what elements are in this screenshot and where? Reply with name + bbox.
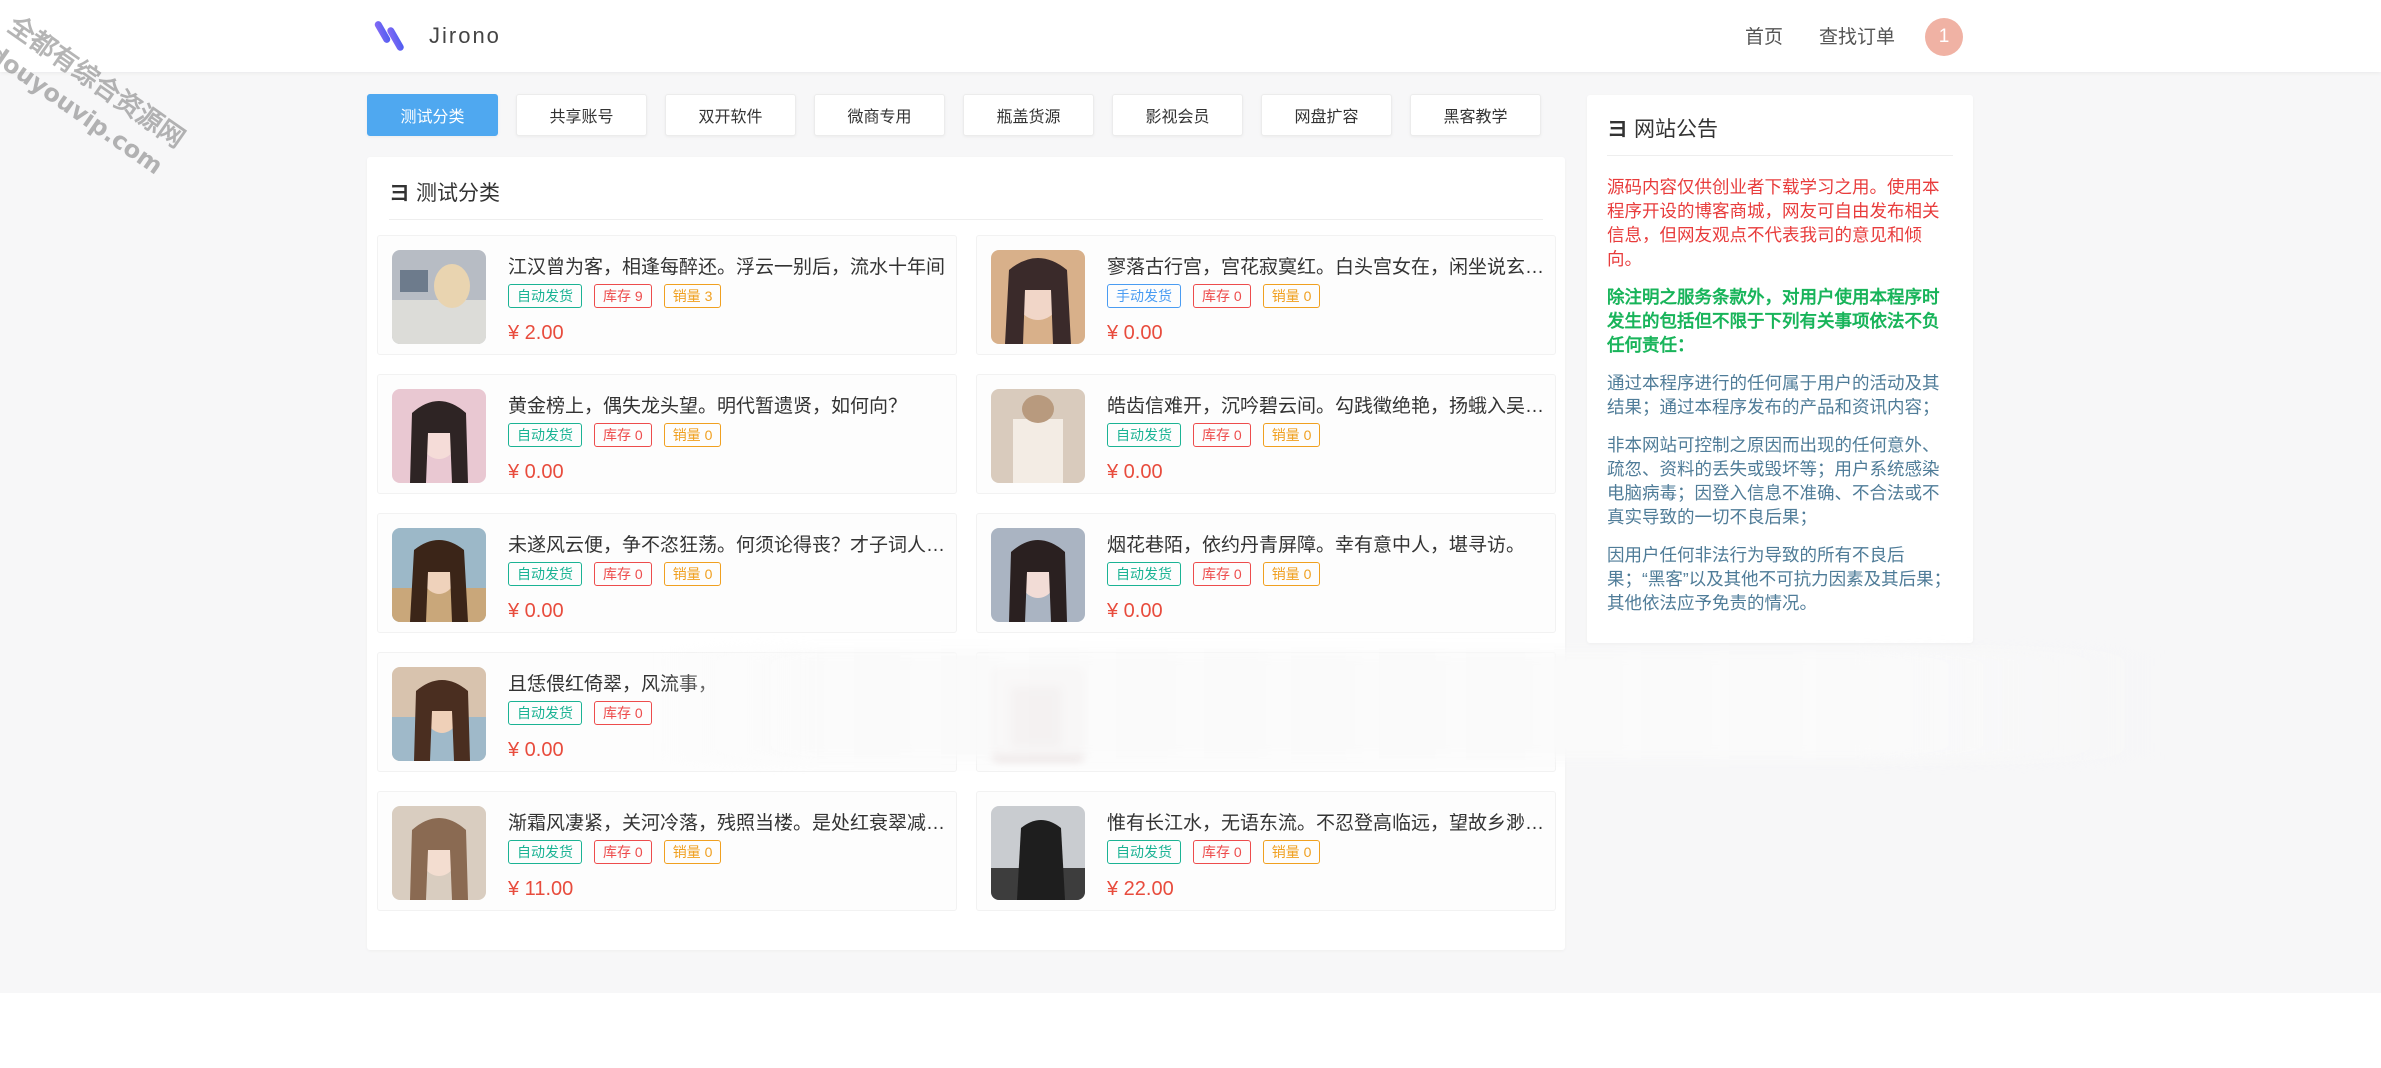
user-avatar[interactable]: 1 xyxy=(1925,18,1963,56)
goods-item[interactable]: 皓齿信难开，沉吟碧云间。勾践徵绝艳，扬蛾入吴关。 自动发货 库存 0 销量 0 … xyxy=(976,374,1556,494)
css3-icon: ヨ xyxy=(389,182,410,205)
goods-title[interactable]: 未遂风云便，争不恣狂荡。何须论得丧？才子词人，自… xyxy=(508,530,948,557)
logo-icon xyxy=(374,21,404,51)
stock-badge: 库存 0 xyxy=(594,423,652,447)
top-header: Jirono 首页 查找订单 1 xyxy=(0,0,2381,72)
notice-paragraph: 除注明之服务条款外，对用户使用本程序时发生的包括但不限于下列有关事项依法不负任何… xyxy=(1607,287,1940,355)
goods-price: ¥ 0.00 xyxy=(1107,322,1163,344)
tab-wechat-business[interactable]: 微商专用 xyxy=(814,94,945,136)
delivery-badge: 自动发货 xyxy=(508,423,582,447)
sales-badge: 销量 0 xyxy=(663,562,722,586)
panel-title: ヨ 测试分类 xyxy=(389,177,500,207)
goods-title[interactable]: 渐霜风凄紧，关河冷落，残照当楼。是处红衰翠减，苒… xyxy=(508,808,948,835)
notice-body: 源码内容仅供创业者下载学习之用。使用本程序开设的博客商城，网友可自由发布相关信息… xyxy=(1607,175,1953,629)
stock-badge: 库存 0 xyxy=(594,562,652,586)
delivery-badge: 手动发货 xyxy=(1107,284,1181,308)
sales-badge: 销量 0 xyxy=(663,423,722,447)
goods-item[interactable]: 黄金榜上，偶失龙头望。明代暂遗贤，如何向？ 自动发货 库存 0 销量 0 ¥ 0… xyxy=(377,374,957,494)
stock-badge: 库存 0 xyxy=(594,701,652,725)
goods-price: ¥ 22.00 xyxy=(1107,878,1174,900)
notice-paragraph: 源码内容仅供创业者下载学习之用。使用本程序开设的博客商城，网友可自由发布相关信息… xyxy=(1607,177,1940,269)
tab-bottle-cap-source[interactable]: 瓶盖货源 xyxy=(963,94,1094,136)
tab-video-vip[interactable]: 影视会员 xyxy=(1112,94,1243,136)
goods-item[interactable]: 渐霜风凄紧，关河冷落，残照当楼。是处红衰翠减，苒… 自动发货 库存 0 销量 0… xyxy=(377,791,957,911)
sales-badge: 销量 0 xyxy=(663,840,722,864)
goods-title[interactable]: 寥落古行宫，宫花寂寞红。白头宫女在，闲坐说玄宗。 xyxy=(1107,252,1547,279)
goods-thumbnail[interactable] xyxy=(392,250,486,344)
divider xyxy=(1607,155,1953,156)
goods-thumbnail[interactable] xyxy=(392,667,486,761)
goods-price: ¥ 11.00 xyxy=(508,878,574,900)
delivery-badge: 自动发货 xyxy=(508,701,582,725)
notice-title: ヨ 网站公告 xyxy=(1607,113,1718,143)
goods-item[interactable]: 烟花巷陌，依约丹青屏障。幸有意中人，堪寻访。 自动发货 库存 0 销量 0 ¥ … xyxy=(976,513,1556,633)
goods-title[interactable]: 烟花巷陌，依约丹青屏障。幸有意中人，堪寻访。 xyxy=(1107,530,1547,557)
tab-shared-account[interactable]: 共享账号 xyxy=(516,94,647,136)
sales-badge: 销量 0 xyxy=(1262,423,1321,447)
sales-badge: 销量 0 xyxy=(1262,562,1321,586)
goods-title[interactable]: 江汉曾为客，相逢每醉还。浮云一别后，流水十年间 xyxy=(508,252,948,279)
delivery-badge: 自动发货 xyxy=(508,562,582,586)
stock-badge: 库存 9 xyxy=(594,284,652,308)
divider xyxy=(389,219,1543,220)
goods-thumbnail[interactable] xyxy=(392,528,486,622)
tab-netdisk-expand[interactable]: 网盘扩容 xyxy=(1261,94,1392,136)
stock-badge: 库存 0 xyxy=(1193,840,1251,864)
goods-title[interactable]: 黄金榜上，偶失龙头望。明代暂遗贤，如何向？ xyxy=(508,391,948,418)
delivery-badge: 自动发货 xyxy=(1107,840,1181,864)
goods-item[interactable]: 未遂风云便，争不恣狂荡。何须论得丧？才子词人，自… 自动发货 库存 0 销量 0… xyxy=(377,513,957,633)
notice-paragraph: 通过本程序进行的任何属于用户的活动及其结果；通过本程序发布的产品和资讯内容； xyxy=(1607,373,1940,417)
tab-test-category[interactable]: 测试分类 xyxy=(367,94,498,136)
goods-item[interactable]: 江汉曾为客，相逢每醉还。浮云一别后，流水十年间 自动发货 库存 9 销量 3 ¥… xyxy=(377,235,957,355)
footer xyxy=(0,993,2381,1068)
goods-thumbnail[interactable] xyxy=(991,250,1085,344)
sales-badge: 销量 3 xyxy=(663,284,722,308)
stock-badge: 库存 0 xyxy=(1193,562,1251,586)
blur-overlay xyxy=(660,650,2160,760)
goods-title[interactable]: 惟有长江水，无语东流。不忍登高临远，望故乡渺邈… xyxy=(1107,808,1547,835)
goods-price: ¥ 0.00 xyxy=(1107,461,1163,483)
css3-icon: ヨ xyxy=(1607,118,1628,141)
stock-badge: 库存 0 xyxy=(594,840,652,864)
tab-dual-software[interactable]: 双开软件 xyxy=(665,94,796,136)
goods-thumbnail[interactable] xyxy=(392,389,486,483)
stock-badge: 库存 0 xyxy=(1193,423,1251,447)
stock-badge: 库存 0 xyxy=(1193,284,1251,308)
site-logo[interactable]: Jirono xyxy=(373,16,501,56)
sales-badge: 销量 0 xyxy=(1262,840,1321,864)
goods-price: ¥ 0.00 xyxy=(508,461,564,483)
logo-text: Jirono xyxy=(429,23,501,48)
goods-thumbnail[interactable] xyxy=(991,528,1085,622)
goods-panel: ヨ 测试分类 江汉曾为客，相逢每醉还。浮云一别后，流水十年间 自动发货 库存 9… xyxy=(367,157,1565,950)
delivery-badge: 自动发货 xyxy=(508,840,582,864)
goods-item[interactable]: 寥落古行宫，宫花寂寞红。白头宫女在，闲坐说玄宗。 手动发货 库存 0 销量 0 … xyxy=(976,235,1556,355)
goods-title[interactable]: 皓齿信难开，沉吟碧云间。勾践徵绝艳，扬蛾入吴关。 xyxy=(1107,391,1547,418)
goods-item[interactable]: 惟有长江水，无语东流。不忍登高临远，望故乡渺邈… 自动发货 库存 0 销量 0 … xyxy=(976,791,1556,911)
goods-thumbnail[interactable] xyxy=(991,389,1085,483)
nav-find-order-link[interactable]: 查找订单 xyxy=(1819,22,1895,49)
sales-badge: 销量 0 xyxy=(1262,284,1321,308)
tab-hacker-tutorial[interactable]: 黑客教学 xyxy=(1410,94,1541,136)
delivery-badge: 自动发货 xyxy=(1107,562,1181,586)
goods-price: ¥ 0.00 xyxy=(508,739,564,761)
goods-price: ¥ 2.00 xyxy=(508,322,564,344)
goods-price: ¥ 0.00 xyxy=(1107,600,1163,622)
delivery-badge: 自动发货 xyxy=(508,284,582,308)
goods-thumbnail[interactable] xyxy=(392,806,486,900)
panel-title-text: 测试分类 xyxy=(416,182,500,205)
goods-price: ¥ 0.00 xyxy=(508,600,564,622)
delivery-badge: 自动发货 xyxy=(1107,423,1181,447)
nav-home-link[interactable]: 首页 xyxy=(1745,22,1783,49)
notice-title-text: 网站公告 xyxy=(1634,118,1718,141)
notice-paragraph: 非本网站可控制之原因而出现的任何意外、疏忽、资料的丢失或毁坏等；用户系统感染电脑… xyxy=(1607,435,1940,527)
goods-thumbnail[interactable] xyxy=(991,806,1085,900)
notice-paragraph: 因用户任何非法行为导致的所有不良后果；“黑客”以及其他不可抗力因素及其后果；其他… xyxy=(1607,545,1952,613)
notice-panel: ヨ 网站公告 源码内容仅供创业者下载学习之用。使用本程序开设的博客商城，网友可自… xyxy=(1587,95,1973,643)
